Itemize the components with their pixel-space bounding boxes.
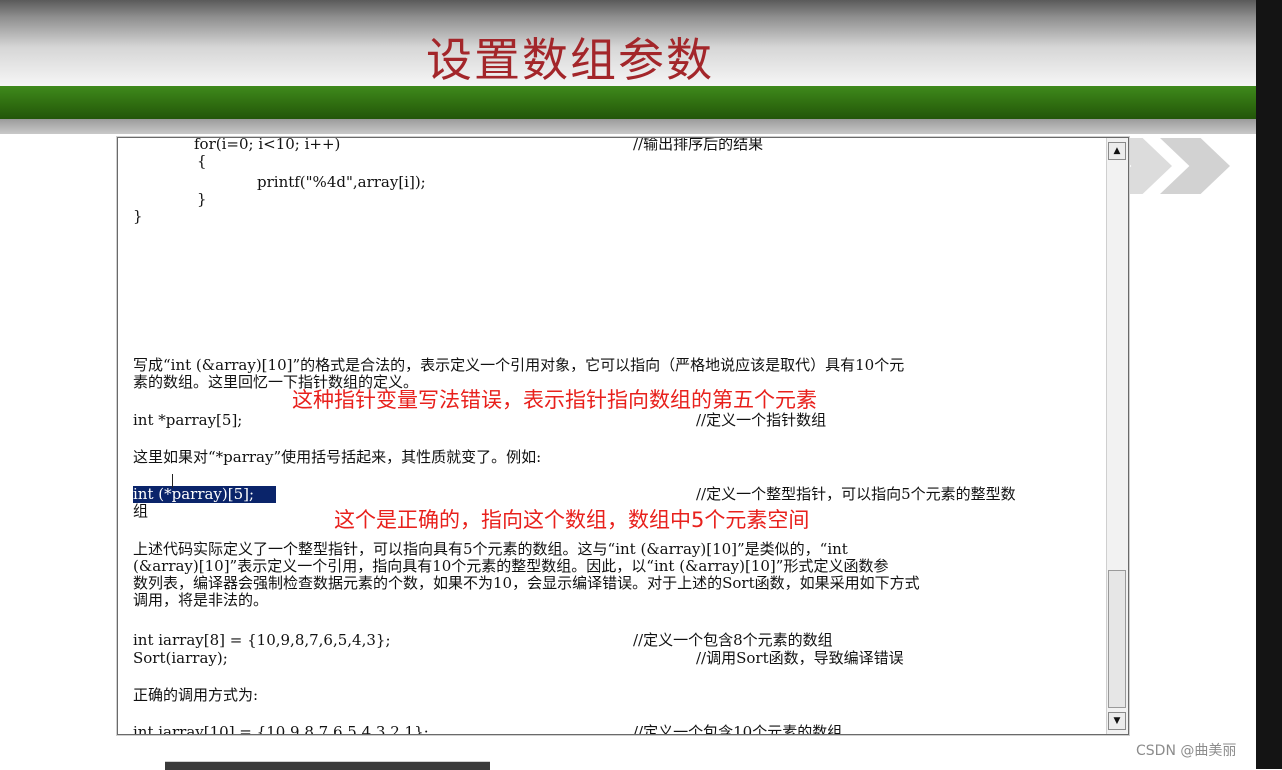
slide-header: 设置数组参数 (0, 0, 1256, 87)
paragraph-line: 调用，将是非法的。 (133, 591, 269, 609)
code-line-ptr-array: int *parray[5]; (133, 411, 243, 429)
code-comment-iarray: //定义一个包含8个元素的数组 (633, 631, 833, 649)
grey-band (0, 119, 1256, 134)
code-line-printf: printf("%4d",array[i]); (257, 173, 426, 191)
code-comment-wrap: 组 (133, 502, 149, 520)
scrollbar-thumb[interactable] (1108, 570, 1126, 708)
code-line-iarray: int iarray[8] = {10,9,8,7,6,5,4,3}; (133, 631, 391, 649)
annotation-wrong: 这种指针变量写法错误，表示指针指向数组的第五个元素 (292, 388, 817, 412)
paragraph-line: 写成“int (&array)[10]”的格式是合法的，表示定义一个引用对象，它… (133, 356, 905, 374)
code-brace-open: { (197, 152, 207, 170)
paragraph-line: 正确的调用方式为: (133, 686, 259, 704)
code-line-for: for(i=0; i<10; i++) (194, 138, 341, 153)
annotation-correct: 这个是正确的，指向这个数组，数组中5个元素空间 (334, 508, 810, 532)
document-window[interactable]: for(i=0; i<10; i++) //输出排序后的结果 { printf(… (117, 137, 1129, 735)
document-text-area[interactable]: for(i=0; i<10; i++) //输出排序后的结果 { printf(… (118, 138, 1108, 734)
slide-title: 设置数组参数 (426, 33, 714, 87)
arrow-down-icon: ▼ (1113, 715, 1121, 726)
right-edge (1256, 0, 1282, 769)
vertical-scrollbar[interactable]: ▲ ▼ (1106, 138, 1128, 734)
paragraph-line: (&array)[10]”表示定义一个引用，指向具有10个元素的整型数组。因此，… (133, 557, 889, 575)
watermark: CSDN @曲美丽 (1136, 743, 1237, 759)
paragraph-line: 上述代码实际定义了一个整型指针，可以指向具有5个元素的数组。这与“int (&a… (133, 540, 848, 558)
scroll-down-button[interactable]: ▼ (1108, 712, 1126, 730)
code-comment-ptr-array: //定义一个指针数组 (696, 411, 827, 429)
arrow-up-icon: ▲ (1113, 145, 1121, 156)
code-line-cut-bottom: int iarray[10] = {10,9,8,7,6,5,4,3,2,1}; (133, 723, 429, 735)
scroll-up-button[interactable]: ▲ (1108, 142, 1126, 160)
paragraph-line: 这里如果对“*parray”使用括号括起来，其性质就变了。例如: (133, 448, 542, 466)
code-comment-for: //输出排序后的结果 (633, 138, 764, 153)
code-comment-cut-bottom: //定义一个包含10个元素的数组 (633, 723, 843, 735)
paragraph-line: 数列表，编译器会强制检查数据元素的个数，如果不为10，会显示编译错误。对于上述的… (133, 574, 920, 592)
code-comment-array-ptr: //定义一个整型指针，可以指向5个元素的整型数 (696, 485, 1016, 503)
selected-code-array-ptr[interactable]: int (*parray)[5]; (133, 486, 277, 503)
code-brace-close-outer: } (133, 207, 143, 225)
code-line-sort: Sort(iarray); (133, 649, 228, 667)
text-cursor-icon (172, 474, 178, 488)
code-comment-sort: //调用Sort函数，导致编译错误 (696, 649, 904, 667)
green-band (0, 86, 1256, 119)
code-brace-close-inner: } (197, 190, 207, 208)
